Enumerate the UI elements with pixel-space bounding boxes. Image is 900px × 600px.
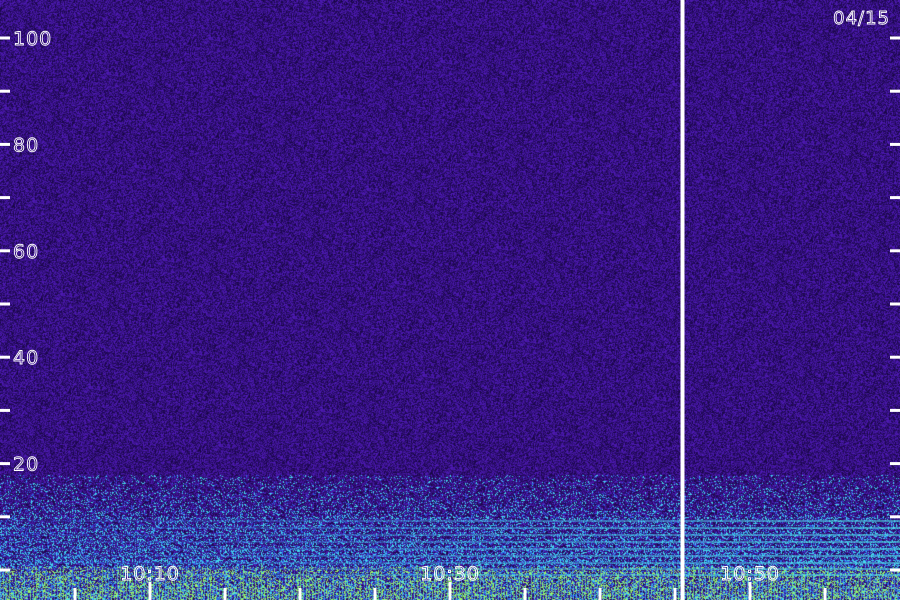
x-tick-label: 10:50 <box>720 563 780 585</box>
date-label: 04/15 <box>833 8 890 29</box>
y-axis: 100 80 60 40 20 <box>0 28 900 572</box>
y-tick-label: 20 <box>13 454 39 476</box>
x-tick-label: 10:10 <box>120 563 180 585</box>
y-tick-label: 40 <box>13 347 39 369</box>
chart-overlay: 100 80 60 40 20 10:10 10:30 10:50 04/15 <box>0 0 900 600</box>
y-tick-label: 80 <box>13 134 39 156</box>
x-axis: 10:10 10:30 10:50 <box>73 563 827 600</box>
spectrogram-chart: 100 80 60 40 20 10:10 10:30 10:50 04/15 <box>0 0 900 600</box>
y-tick-label: 60 <box>13 241 39 263</box>
y-tick-label: 100 <box>13 28 52 50</box>
x-tick-label: 10:30 <box>420 563 480 585</box>
